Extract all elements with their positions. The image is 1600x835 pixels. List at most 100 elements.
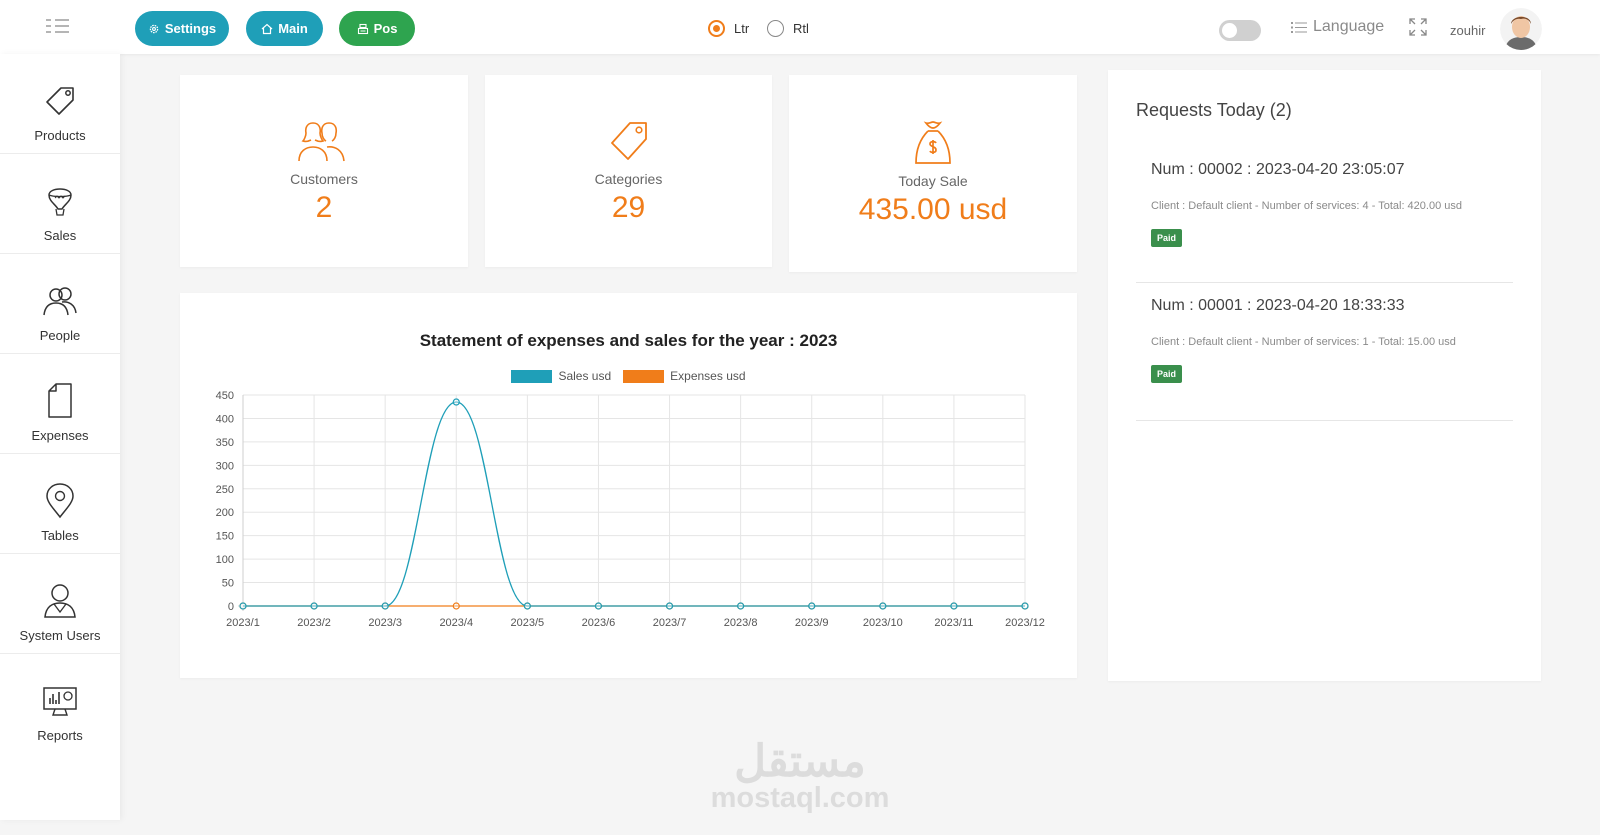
people-icon	[43, 287, 77, 316]
gear-icon	[149, 24, 159, 33]
categories-label: Categories	[594, 171, 663, 187]
pos-button[interactable]: Pos	[339, 11, 415, 46]
y-tick-label: 250	[216, 484, 234, 496]
data-point-sales	[808, 602, 816, 610]
customers-value: 2	[315, 191, 333, 224]
top-bar: Settings Main Pos Ltr Rtl Language zouhi…	[0, 0, 1600, 54]
ltr-label: Ltr	[734, 21, 750, 36]
tag-icon	[46, 87, 74, 115]
sidebar-item-products[interactable]: Products	[0, 54, 120, 154]
y-tick-label: 300	[216, 460, 234, 472]
document-icon	[48, 383, 72, 418]
customers-label: Customers	[290, 171, 358, 187]
x-tick-label: 2023/12	[1005, 617, 1045, 629]
x-tick-label: 2023/11	[934, 617, 973, 629]
x-tick-label: 2023/4	[439, 617, 473, 629]
status-badge: Paid	[1151, 365, 1183, 383]
x-tick-label: 2023/2	[297, 617, 331, 629]
chart-legend: Sales usd Expenses usd	[180, 369, 1077, 383]
tag-icon	[610, 122, 647, 160]
list-icon	[1291, 21, 1307, 33]
data-point-sales	[1021, 602, 1029, 610]
avatar[interactable]	[1500, 8, 1542, 50]
today-sale-label: Today Sale	[898, 173, 968, 189]
balloon-icon	[48, 188, 72, 216]
request-number: Num : 00001 : 2023-04-20 18:33:33	[1151, 297, 1405, 314]
sidebar-item-system-users[interactable]: System Users	[0, 554, 120, 654]
legend-swatch-sales	[511, 369, 553, 383]
data-point-sales	[594, 602, 603, 610]
sidebar-item-label: Reports	[37, 728, 83, 743]
data-point-sales	[452, 398, 460, 406]
fullscreen-icon[interactable]	[1409, 18, 1427, 36]
categories-value: 29	[611, 191, 646, 224]
customers-card[interactable]: Customers 2	[180, 75, 468, 267]
ltr-radio[interactable]: Ltr	[708, 20, 749, 37]
request-number: Num : 00002 : 2023-04-20 23:05:07	[1151, 161, 1405, 178]
location-pin-icon	[46, 483, 74, 519]
language-label: Language	[1313, 18, 1385, 35]
rtl-radio[interactable]: Rtl	[767, 20, 809, 37]
today-sale-card[interactable]: Today Sale 435.00 usd	[789, 75, 1077, 272]
pos-label: Pos	[373, 21, 398, 36]
x-tick-label: 2023/6	[582, 617, 616, 629]
menu-toggle-icon[interactable]	[46, 18, 72, 36]
settings-label: Settings	[164, 21, 217, 36]
watermark-logo: مستقل	[734, 737, 866, 786]
data-point-sales	[665, 602, 674, 610]
request-item[interactable]: Num : 00002 : 2023-04-20 23:05:07 Client…	[1136, 147, 1513, 283]
sidebar-item-label: Products	[34, 128, 86, 143]
request-description: Client : Default client - Number of serv…	[1151, 336, 1456, 348]
watermark-domain: mostaql.com	[710, 782, 890, 814]
data-point-sales	[239, 602, 247, 610]
sidebar-item-label: Tables	[41, 528, 79, 543]
sidebar: Products Sales People Expenses Tables Sy…	[0, 54, 120, 820]
cash-register-icon	[357, 23, 368, 34]
x-tick-label: 2023/10	[863, 617, 903, 629]
data-point-sales	[310, 602, 318, 610]
y-tick-label: 400	[216, 413, 234, 425]
y-tick-label: 150	[216, 531, 234, 543]
dark-mode-toggle[interactable]	[1219, 20, 1261, 41]
money-bag-icon	[915, 121, 951, 164]
data-point-sales	[523, 602, 531, 610]
requests-today-card: Requests Today (2) Num : 00002 : 2023-04…	[1108, 70, 1541, 681]
sidebar-item-sales[interactable]: Sales	[0, 154, 120, 254]
categories-card[interactable]: Categories 29	[485, 75, 772, 267]
legend-item-expenses[interactable]: Expenses usd	[623, 369, 746, 383]
legend-label-expenses: Expenses usd	[670, 369, 746, 383]
people-icon	[298, 122, 345, 162]
data-point-sales	[381, 602, 389, 610]
user-icon	[44, 584, 76, 618]
x-tick-label: 2023/1	[226, 617, 260, 629]
main-button[interactable]: Main	[246, 11, 323, 46]
settings-button[interactable]: Settings	[135, 11, 229, 46]
sidebar-item-label: Sales	[43, 228, 77, 243]
x-tick-label: 2023/8	[724, 617, 758, 629]
sidebar-item-expenses[interactable]: Expenses	[0, 354, 120, 454]
legend-swatch-expenses	[623, 369, 665, 383]
rtl-label: Rtl	[793, 21, 809, 36]
sidebar-item-label: Expenses	[31, 428, 89, 443]
y-tick-label: 0	[228, 601, 234, 613]
sales-expenses-chart: 0 50 100 150 200 250 300 350 400 450 2023/1 2023/2 2…	[180, 293, 1077, 678]
language-menu[interactable]: Language	[1291, 18, 1384, 36]
legend-item-sales[interactable]: Sales usd	[511, 369, 611, 383]
requests-title: Requests Today (2)	[1136, 100, 1292, 120]
y-tick-label: 100	[216, 554, 234, 566]
request-description: Client : Default client - Number of serv…	[1151, 200, 1462, 212]
y-tick-label: 50	[222, 578, 234, 590]
x-tick-label: 2023/9	[795, 617, 829, 629]
rtl-radio-dot[interactable]	[767, 20, 784, 37]
series-line-sales	[243, 401, 1025, 607]
sidebar-item-reports[interactable]: Reports	[0, 654, 120, 754]
username[interactable]: zouhir	[1450, 23, 1485, 38]
sidebar-item-tables[interactable]: Tables	[0, 454, 120, 554]
request-item[interactable]: Num : 00001 : 2023-04-20 18:33:33 Client…	[1136, 283, 1513, 421]
home-icon	[261, 23, 273, 34]
sidebar-item-people[interactable]: People	[0, 254, 120, 354]
today-sale-value: 435.00 usd	[858, 193, 1008, 226]
chart-title: Statement of expenses and sales for the …	[419, 331, 838, 350]
ltr-radio-dot[interactable]	[708, 20, 725, 37]
x-tick-label: 2023/7	[653, 617, 687, 629]
